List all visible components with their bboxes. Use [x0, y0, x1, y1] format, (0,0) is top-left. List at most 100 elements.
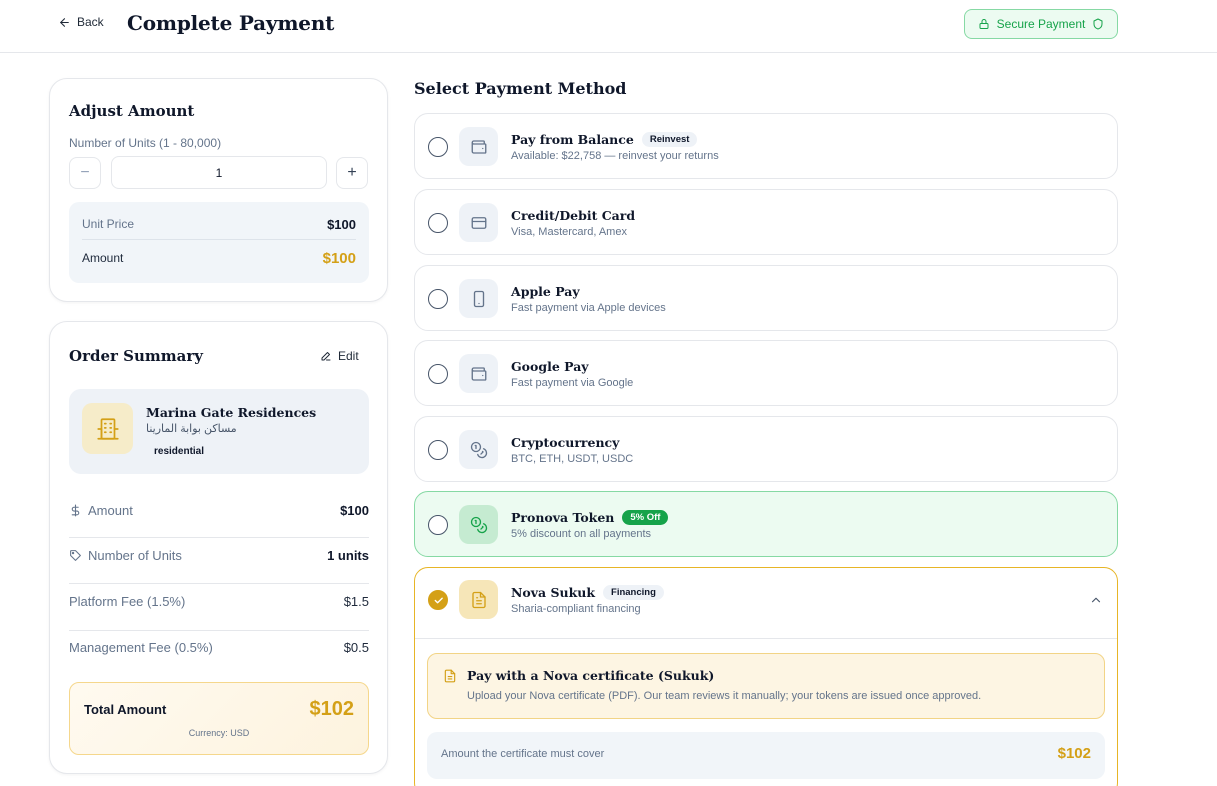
method-subtitle: BTC, ETH, USDT, USDC [511, 453, 634, 465]
unit-price-label: Unit Price [82, 217, 135, 231]
radio-button[interactable] [428, 213, 448, 233]
method-title-text: Pronova Token [511, 510, 615, 525]
edit-button[interactable]: Edit [320, 349, 359, 363]
order-summary-card: Order Summary Edit Marina Gate Residence… [49, 321, 388, 774]
payment-section-title: Select Payment Method [414, 79, 627, 98]
arrow-left-icon [60, 17, 69, 27]
tag-icon [70, 549, 81, 561]
cover-label: Amount the certificate must cover [441, 748, 605, 760]
divider [69, 630, 369, 631]
cover-value: $102 [1057, 745, 1091, 762]
method-title: Pay from Balance Reinvest [511, 132, 698, 147]
radio-button[interactable] [428, 515, 448, 535]
method-title: Nova Sukuk Financing [511, 585, 664, 600]
reinvest-badge: Reinvest [641, 132, 698, 147]
divider [82, 239, 356, 240]
coins-icon [459, 430, 498, 469]
wallet-icon [459, 127, 498, 166]
summary-label-text: Number of Units [88, 547, 182, 563]
method-title: Pronova Token 5% Off [511, 510, 669, 525]
method-title: Apple Pay [511, 284, 580, 299]
amount-label: Amount [82, 251, 124, 265]
property-name-arabic: مساكن بوابة المارينا [146, 423, 237, 435]
total-amount-box: Total Amount $102 Currency: USD [69, 682, 369, 755]
payment-method-apple-pay[interactable]: Apple Pay Fast payment via Apple devices [414, 265, 1118, 331]
sukuk-header[interactable]: Nova Sukuk Financing Sharia-compliant fi… [415, 568, 1117, 639]
units-input[interactable] [111, 156, 327, 189]
summary-label-text: Amount [88, 502, 133, 518]
discount-badge: 5% Off [622, 510, 669, 525]
radio-button[interactable] [428, 289, 448, 309]
divider [69, 583, 369, 584]
method-subtitle: Available: $22,758 — reinvest your retur… [511, 150, 719, 162]
dollar-icon [71, 504, 80, 516]
coins-icon [459, 505, 498, 544]
summary-row-units: Number of Units 1 units [69, 544, 369, 566]
financing-badge: Financing [603, 585, 664, 600]
smartphone-icon [459, 279, 498, 318]
summary-value: $100 [340, 502, 369, 518]
payment-method-crypto[interactable]: Cryptocurrency BTC, ETH, USDT, USDC [414, 416, 1118, 482]
radio-button-checked[interactable] [428, 590, 448, 610]
payment-method-pronova-token[interactable]: Pronova Token 5% Off 5% discount on all … [414, 491, 1118, 557]
radio-button[interactable] [428, 137, 448, 157]
check-icon [434, 597, 443, 603]
document-icon [459, 580, 498, 619]
method-title-text: Pay from Balance [511, 132, 634, 147]
payment-method-card[interactable]: Credit/Debit Card Visa, Mastercard, Amex [414, 189, 1118, 255]
unit-price-value: $100 [327, 216, 356, 232]
method-title-text: Nova Sukuk [511, 585, 596, 600]
summary-value: $0.5 [343, 639, 369, 655]
property-name: Marina Gate Residences [146, 405, 317, 420]
secure-payment-label: Secure Payment [996, 17, 1086, 31]
shield-icon [1093, 18, 1103, 30]
method-title: Cryptocurrency [511, 435, 620, 450]
building-icon [82, 403, 133, 454]
summary-label: Platform Fee (1.5%) [69, 593, 186, 609]
amount-value: $100 [322, 249, 356, 267]
wallet-icon [459, 354, 498, 393]
payment-method-nova-sukuk: Nova Sukuk Financing Sharia-compliant fi… [414, 567, 1118, 786]
back-button[interactable]: Back [58, 15, 104, 29]
method-subtitle: Sharia-compliant financing [511, 603, 641, 615]
currency-note: Currency: USD [188, 728, 250, 738]
decrease-units-button[interactable]: − [69, 157, 101, 189]
order-summary-title: Order Summary [69, 347, 203, 365]
sukuk-info-description: Upload your Nova certificate (PDF). Our … [467, 690, 982, 702]
summary-row-platform-fee: Platform Fee (1.5%) $1.5 [69, 590, 369, 612]
certificate-cover-box: Amount the certificate must cover $102 [427, 732, 1105, 779]
summary-label: Management Fee (0.5%) [69, 639, 213, 655]
total-label: Total Amount [84, 702, 167, 717]
method-subtitle: Fast payment via Apple devices [511, 302, 666, 314]
payment-method-google-pay[interactable]: Google Pay Fast payment via Google [414, 340, 1118, 406]
payment-method-balance[interactable]: Pay from Balance Reinvest Available: $22… [414, 113, 1118, 179]
price-box: Unit Price $100 Amount $100 [69, 202, 369, 283]
method-title: Credit/Debit Card [511, 208, 636, 223]
unit-price-row: Unit Price $100 [82, 214, 356, 234]
total-value: $102 [309, 698, 355, 720]
credit-card-icon [459, 203, 498, 242]
chevron-up-icon[interactable] [1089, 593, 1103, 607]
lock-icon [979, 19, 989, 29]
summary-row-management-fee: Management Fee (0.5%) $0.5 [69, 636, 369, 658]
radio-button[interactable] [428, 364, 448, 384]
property-card: Marina Gate Residences مساكن بوابة المار… [69, 389, 369, 474]
back-label: Back [77, 15, 104, 29]
summary-value: 1 units [327, 547, 369, 563]
summary-value: $1.5 [343, 593, 369, 609]
top-bar: Back Complete Payment Secure Payment [0, 0, 1217, 53]
property-type-tag: residential [146, 444, 213, 459]
edit-label: Edit [338, 349, 359, 363]
pencil-icon [321, 352, 331, 361]
summary-label: Amount [69, 503, 133, 518]
radio-button[interactable] [428, 440, 448, 460]
summary-label: Number of Units [69, 548, 182, 563]
document-icon [444, 669, 456, 683]
amount-row: Amount $100 [82, 248, 356, 268]
sukuk-info-box: Pay with a Nova certificate (Sukuk) Uplo… [427, 653, 1105, 719]
increase-units-button[interactable]: + [336, 157, 368, 189]
method-subtitle: Fast payment via Google [511, 377, 634, 389]
method-subtitle: Visa, Mastercard, Amex [511, 226, 627, 238]
sukuk-info-title: Pay with a Nova certificate (Sukuk) [467, 668, 715, 683]
method-subtitle: 5% discount on all payments [511, 528, 652, 540]
